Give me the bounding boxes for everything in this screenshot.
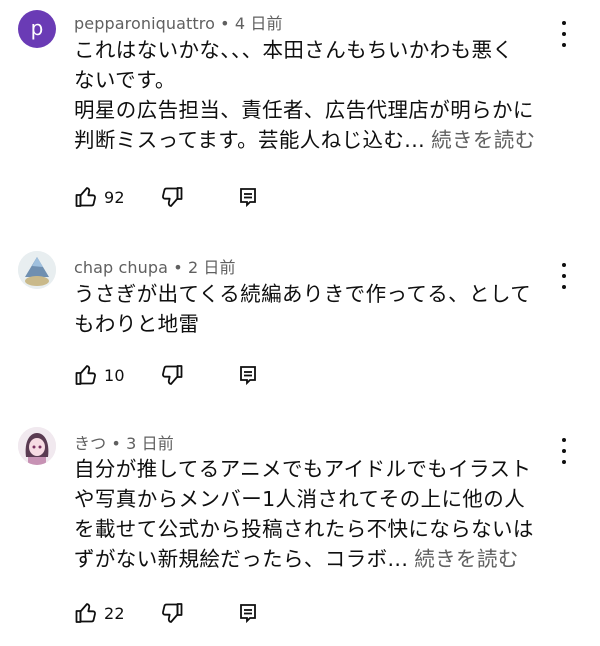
reply-button[interactable] bbox=[236, 362, 260, 388]
reply-icon bbox=[240, 188, 256, 208]
dislike-button[interactable] bbox=[160, 362, 184, 388]
comment-line: を載せて公式から投稿されたら不快にならないは bbox=[74, 517, 534, 541]
comment-time[interactable]: 2 日前 bbox=[188, 258, 236, 277]
comment-line: ずがない新規絵だったら、コラボ... 続きを読む bbox=[74, 547, 519, 571]
reply-button[interactable] bbox=[236, 184, 260, 210]
read-more-link[interactable]: 続きを読む bbox=[431, 128, 536, 152]
thumbs-up-icon bbox=[75, 603, 96, 623]
comment-meta: chap chupa • 2 日前 bbox=[74, 254, 236, 278]
comment-line: ないです。 bbox=[74, 68, 176, 92]
thumbs-down-icon bbox=[162, 187, 183, 207]
avatar-letter: p bbox=[30, 16, 44, 40]
read-more-link[interactable]: 続きを読む bbox=[414, 547, 519, 571]
comment-line: 明星の広告担当、責任者、広告代理店が明らかに bbox=[74, 98, 534, 122]
comment-line: もわりと地雷 bbox=[74, 312, 200, 336]
like-button[interactable]: 22 bbox=[74, 600, 125, 626]
comment-author[interactable]: chap chupa bbox=[74, 258, 168, 277]
comment: きつ • 3 日前 自分が推してるアニメでもアイドルでもイラスト や写真からメン… bbox=[0, 420, 600, 646]
comment-time[interactable]: 3 日前 bbox=[126, 434, 174, 453]
dislike-button[interactable] bbox=[160, 600, 184, 626]
comment-meta: pepparoniquattro • 4 日前 bbox=[74, 10, 283, 34]
comment-text: 自分が推してるアニメでもアイドルでもイラスト や写真からメンバー1人消されてその… bbox=[74, 454, 564, 574]
avatar-image bbox=[18, 251, 56, 289]
comment: p pepparoniquattro • 4 日前 これはないかな、、、本田さん… bbox=[0, 0, 600, 230]
avatar[interactable] bbox=[18, 251, 56, 289]
avatar[interactable]: p bbox=[18, 10, 56, 48]
like-count: 92 bbox=[104, 187, 125, 207]
comment-line: 判断ミスってます。芸能人ねじ込む... 続きを読む bbox=[74, 128, 536, 152]
comment-actions: 22 bbox=[74, 600, 284, 626]
dislike-button[interactable] bbox=[160, 184, 184, 210]
comment-text: これはないかな、、、本田さんもちいかわも悪く ないです。 明星の広告担当、責任者… bbox=[74, 35, 564, 155]
avatar-image bbox=[18, 427, 56, 465]
like-button[interactable]: 92 bbox=[74, 184, 125, 210]
comment-actions: 92 bbox=[74, 184, 284, 210]
meta-separator: • bbox=[168, 258, 188, 277]
reply-button[interactable] bbox=[236, 600, 260, 626]
comment-line: 自分が推してるアニメでもアイドルでもイラスト bbox=[74, 457, 532, 481]
comment-author[interactable]: pepparoniquattro bbox=[74, 14, 215, 33]
comment-author[interactable]: きつ bbox=[74, 434, 106, 453]
comment-actions: 10 bbox=[74, 362, 284, 388]
comment-line: うさぎが出てくる続編ありきで作ってる、として bbox=[74, 282, 532, 306]
comment-meta: きつ • 3 日前 bbox=[74, 430, 174, 454]
reply-icon bbox=[240, 366, 256, 386]
like-count: 22 bbox=[104, 603, 125, 623]
meta-separator: • bbox=[214, 14, 235, 33]
thumbs-up-icon bbox=[75, 365, 96, 385]
like-button[interactable]: 10 bbox=[74, 362, 125, 388]
comment-text: うさぎが出てくる続編ありきで作ってる、として もわりと地雷 bbox=[74, 279, 564, 339]
thumbs-down-icon bbox=[162, 603, 183, 623]
avatar[interactable] bbox=[18, 427, 56, 465]
comment-line: これはないかな、、、本田さんもちいかわも悪く bbox=[74, 38, 514, 62]
thumbs-down-icon bbox=[162, 365, 183, 385]
like-count: 10 bbox=[104, 365, 125, 385]
comment-time[interactable]: 4 日前 bbox=[235, 14, 283, 33]
meta-separator: • bbox=[106, 434, 127, 453]
thumbs-up-icon bbox=[75, 187, 96, 207]
comment: chap chupa • 2 日前 うさぎが出てくる続編ありきで作ってる、として… bbox=[0, 245, 600, 405]
reply-icon bbox=[240, 604, 256, 624]
comment-line: や写真からメンバー1人消されてその上に他の人 bbox=[74, 487, 526, 511]
